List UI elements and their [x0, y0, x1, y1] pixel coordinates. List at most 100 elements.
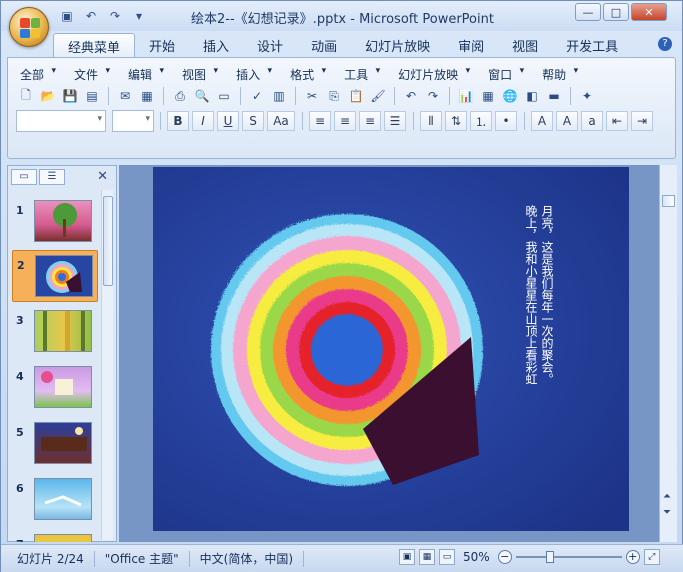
new-slide-icon[interactable]: ✦	[577, 86, 597, 106]
menu-item-1[interactable]: 文件	[72, 66, 110, 83]
separator	[108, 87, 109, 105]
font-size-combo[interactable]	[112, 110, 154, 132]
slideshow-icon[interactable]: ▭	[439, 549, 455, 565]
zoom-in-icon[interactable]: +	[625, 550, 640, 564]
zoom-out-icon[interactable]: −	[497, 550, 512, 564]
increase-indent-icon[interactable]: ⇥	[631, 111, 653, 131]
menu-item-4[interactable]: 插入	[234, 66, 272, 83]
italic-button[interactable]: I	[192, 111, 214, 131]
slide-thumbnail-1[interactable]: 1	[12, 196, 98, 248]
format-painter-icon[interactable]: 🖌	[368, 86, 388, 106]
columns-icon[interactable]: ⫴	[420, 111, 442, 131]
slide-caption-line-2[interactable]: 月亮，这是我们每年一次的聚会。	[539, 205, 554, 385]
zoom-slider[interactable]	[515, 551, 622, 563]
align-center-icon[interactable]: ≡	[334, 111, 356, 131]
hyperlink-icon[interactable]: 🌐	[500, 86, 520, 106]
classic-menu-bar: 全部文件编辑视图插入格式工具幻灯片放映窗口帮助	[18, 66, 594, 83]
publish-icon[interactable]: ▦	[137, 86, 157, 106]
slides-tab-icon[interactable]: ▭	[11, 169, 37, 185]
menu-item-5[interactable]: 格式	[288, 66, 326, 83]
ribbon-tab-4[interactable]: 动画	[297, 33, 351, 57]
next-slide-icon[interactable]: ⏷	[663, 507, 671, 518]
ribbon-tab-2[interactable]: 插入	[189, 33, 243, 57]
decrease-indent-icon[interactable]: ⇤	[606, 111, 628, 131]
slide-thumbnail-6[interactable]: 6	[12, 474, 98, 526]
font-name-combo[interactable]	[16, 110, 106, 132]
fit-to-window-icon[interactable]: ⤢	[643, 549, 660, 565]
slide-sorter-icon[interactable]: ▦	[419, 549, 435, 565]
slide-thumbnail-3[interactable]: 3	[12, 306, 98, 358]
menu-item-7[interactable]: 幻灯片放映	[396, 66, 470, 83]
main-vertical-scrollbar[interactable]: ⏶ ⏷	[659, 165, 677, 542]
shadow-button[interactable]: S	[242, 111, 264, 131]
ribbon-tab-5[interactable]: 幻灯片放映	[351, 33, 444, 57]
close-pane-icon[interactable]: ✕	[97, 169, 108, 184]
slide-icon[interactable]: ▭	[214, 86, 234, 106]
bullets-icon[interactable]: •	[495, 111, 517, 131]
text-direction-icon[interactable]: ⇅	[445, 111, 467, 131]
print-preview-icon[interactable]: 🔍	[192, 86, 212, 106]
cut-icon[interactable]: ✂	[302, 86, 322, 106]
save-icon[interactable]: 💾	[60, 86, 80, 106]
menu-item-0[interactable]: 全部	[18, 66, 56, 83]
maximize-button[interactable]: □	[603, 3, 629, 21]
menu-item-3[interactable]: 视图	[180, 66, 218, 83]
scrollbar-thumb[interactable]	[103, 196, 113, 286]
close-button[interactable]: ✕	[631, 3, 667, 21]
table-icon[interactable]: ▦	[478, 86, 498, 106]
ribbon-tab-3[interactable]: 设计	[243, 33, 297, 57]
normal-view-icon[interactable]: ▣	[399, 549, 415, 565]
ribbon-tab-8[interactable]: 开发工具	[552, 33, 632, 57]
shrink-font-icon[interactable]: a	[581, 111, 603, 131]
print-icon[interactable]: ⎙	[170, 86, 190, 106]
current-slide[interactable]: 晚上，我和小星星在山顶上看彩虹 月亮，这是我们每年一次的聚会。	[153, 167, 629, 531]
ribbon-tab-1[interactable]: 开始	[135, 33, 189, 57]
slide-thumbnail-2[interactable]: 2	[12, 250, 98, 302]
copy-icon[interactable]: ⎘	[324, 86, 344, 106]
grow-font-icon[interactable]: A	[556, 111, 578, 131]
office-button[interactable]	[9, 7, 49, 47]
slide-thumbnails: 1 2 3 4 5 6	[8, 190, 100, 542]
slides-pane-scrollbar[interactable]	[101, 190, 113, 540]
ribbon-tab-0[interactable]: 经典菜单	[53, 33, 136, 57]
justify-icon[interactable]: ☰	[384, 111, 406, 131]
research-icon[interactable]: ▥	[269, 86, 289, 106]
slide-caption-line-1[interactable]: 晚上，我和小星星在山顶上看彩虹	[523, 205, 538, 385]
menu-item-6[interactable]: 工具	[342, 66, 380, 83]
chart-icon[interactable]: 📊	[456, 86, 476, 106]
bold-button[interactable]: B	[167, 111, 189, 131]
underline-button[interactable]: U	[217, 111, 239, 131]
change-case-button[interactable]: Aa	[267, 111, 295, 131]
help-icon[interactable]: ?	[658, 37, 672, 51]
align-right-icon[interactable]: ≡	[359, 111, 381, 131]
ribbon: 全部文件编辑视图插入格式工具幻灯片放映窗口帮助 🗋 📂 💾 ▤ ✉ ▦ ⎙ 🔍 …	[7, 57, 676, 159]
zoom-slider-handle[interactable]	[545, 551, 554, 563]
grayscale-icon[interactable]: ◧	[522, 86, 542, 106]
paste-icon[interactable]: 📋	[346, 86, 366, 106]
email-icon[interactable]: ✉	[115, 86, 135, 106]
outline-tab-icon[interactable]: ☰	[39, 169, 65, 185]
permission-icon[interactable]: ▤	[82, 86, 102, 106]
slide-thumbnail-4[interactable]: 4	[12, 362, 98, 414]
ribbon-tab-6[interactable]: 审阅	[444, 33, 498, 57]
align-left-icon[interactable]: ≡	[309, 111, 331, 131]
menu-item-8[interactable]: 窗口	[486, 66, 524, 83]
menu-item-2[interactable]: 编辑	[126, 66, 164, 83]
color-icon[interactable]: ▬	[544, 86, 564, 106]
spelling-icon[interactable]: ✓	[247, 86, 267, 106]
slide-thumbnail-5[interactable]: 5	[12, 418, 98, 470]
slide-thumbnail-7[interactable]: 7	[12, 530, 98, 542]
zoom-level[interactable]: 50%	[463, 550, 490, 564]
minimize-button[interactable]: —	[575, 3, 601, 21]
previous-slide-icon[interactable]: ⏶	[663, 491, 671, 502]
undo-icon[interactable]: ↶	[401, 86, 421, 106]
ribbon-tab-7[interactable]: 视图	[498, 33, 552, 57]
redo-icon[interactable]: ↷	[423, 86, 443, 106]
menu-item-9[interactable]: 帮助	[540, 66, 578, 83]
separator	[394, 87, 395, 105]
font-color-icon[interactable]: A	[531, 111, 553, 131]
numbering-icon[interactable]: ⒈	[470, 111, 492, 131]
scrollbar-thumb[interactable]	[662, 195, 675, 207]
new-icon[interactable]: 🗋	[16, 86, 36, 106]
open-icon[interactable]: 📂	[38, 86, 58, 106]
